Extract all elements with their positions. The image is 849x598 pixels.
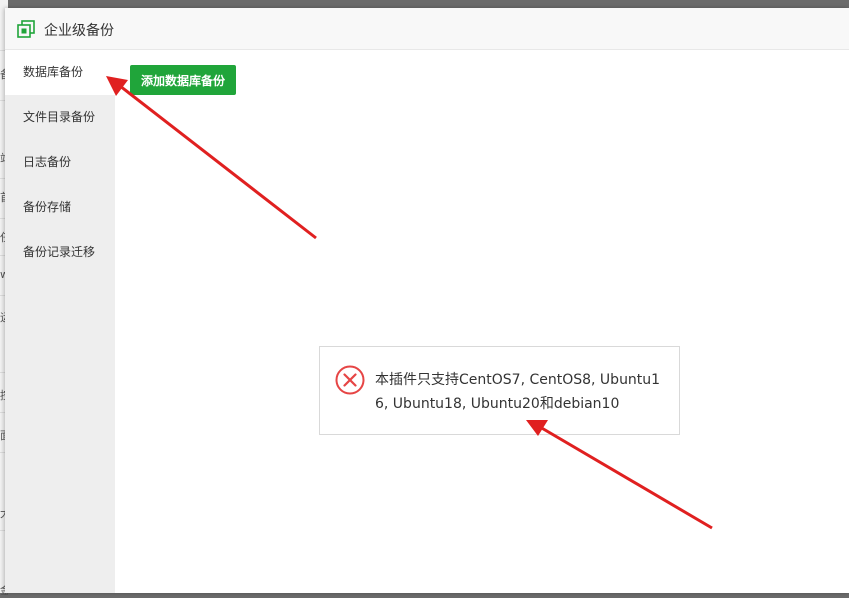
backup-app-icon xyxy=(17,20,35,38)
sidebar-item-file-directory-backup[interactable]: 文件目录备份 xyxy=(5,95,115,140)
sidebar-item-backup-record-migration[interactable]: 备份记录迁移 xyxy=(5,230,115,275)
error-message-text: 本插件只支持CentOS7, CentOS8, Ubuntu16, Ubuntu… xyxy=(375,372,661,412)
dialog-title: 企业级备份 xyxy=(44,23,114,39)
sidebar-item-backup-storage[interactable]: 备份存储 xyxy=(5,185,115,230)
dialog-titlebar[interactable]: 企业级备份 xyxy=(5,8,849,50)
sidebar-nav: 数据库备份 文件目录备份 日志备份 备份存储 备份记录迁移 xyxy=(5,50,115,593)
error-message-box: 本插件只支持CentOS7, CentOS8, Ubuntu16, Ubuntu… xyxy=(319,346,680,435)
sidebar-item-log-backup[interactable]: 日志备份 xyxy=(5,140,115,185)
backup-dialog: 企业级备份 数据库备份 文件目录备份 日志备份 备份存储 备份记录迁移 添加数据… xyxy=(5,8,849,593)
main-content: 添加数据库备份 xyxy=(115,50,849,593)
add-database-backup-button[interactable]: 添加数据库备份 xyxy=(130,65,236,95)
error-circle-icon xyxy=(335,365,365,395)
sidebar-item-database-backup[interactable]: 数据库备份 xyxy=(5,50,115,95)
